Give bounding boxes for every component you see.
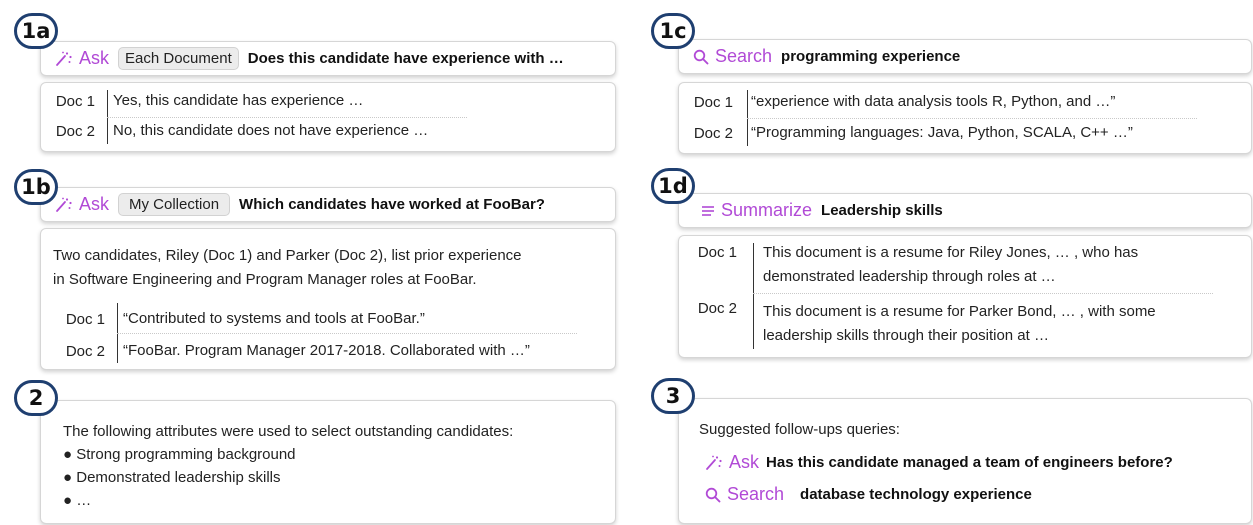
follow-up-search[interactable]: Search database technology experience [705,484,1032,505]
step-badge-1d: 1d [651,168,695,204]
ask-operation[interactable]: Ask [55,48,109,69]
doc-label: Doc 2 [65,342,105,360]
attributes-intro: The following attributes were used to se… [63,423,514,440]
result-row: Doc 2 This document is a resume for Park… [679,298,1251,346]
magic-wand-icon [55,197,73,213]
follow-ups-title: Suggested follow-ups queries: [699,421,900,438]
search-operation[interactable]: Search [705,484,784,505]
results-panel-1a: Doc 1 Yes, this candidate has experience… [40,82,616,152]
magic-wand-icon [705,455,723,471]
question-text: Which candidates have worked at FooBar? [239,196,545,213]
summarize-label: Summarize [721,200,813,220]
result-row: Doc 1 “Contributed to systems and tools … [51,307,615,331]
search-label: Search [715,46,773,66]
result-row: Doc 2 “Programming languages: Java, Pyth… [679,121,1251,145]
answer-text: Yes, this candidate has experience … [113,92,364,109]
search-snippet: “experience with data analysis tools R, … [751,93,1116,110]
question-text: Does this candidate have experience with… [247,50,564,67]
follow-up-search-query: database technology experience [800,486,1032,503]
doc-label: Doc 2 [55,122,95,140]
doc-label: Doc 1 [693,93,733,111]
doc-label: Doc 2 [697,300,737,317]
ask-label: Ask [79,194,110,214]
attributes-panel: The following attributes were used to se… [40,400,616,524]
doc-label: Doc 1 [697,244,737,261]
row-separator [753,293,1213,294]
bullet-item: ● Strong programming background [63,446,296,463]
summarize-query-bar-1d[interactable]: Summarize Leadership skills [678,193,1252,228]
row-separator [117,333,577,334]
step-badge-1c: 1c [651,13,695,49]
search-icon [705,487,721,503]
search-label: Search [727,484,785,504]
result-row: Doc 1 Yes, this candidate has experience… [41,89,615,113]
row-separator [107,117,467,118]
doc-label: Doc 2 [693,124,733,142]
results-panel-1b: Two candidates, Riley (Doc 1) and Parker… [40,228,616,370]
results-panel-1d: Doc 1 This document is a resume for Rile… [678,235,1252,358]
search-query-bar-1c[interactable]: Search programming experience [678,39,1252,74]
follow-ups-panel: Suggested follow-ups queries: Ask Has th… [678,398,1252,524]
bullet-item: ● … [63,492,92,509]
source-quote: “Contributed to systems and tools at Foo… [123,310,425,327]
search-icon [693,49,709,65]
summary-line: This document is a resume for Riley Jone… [763,244,1139,261]
doc-label: Doc 1 [65,310,105,328]
magic-wand-icon [55,51,73,67]
result-row: Doc 2 No, this candidate does not have e… [41,119,615,143]
step-badge-2: 2 [14,380,58,416]
summary-line: in Software Engineering and Program Mana… [53,271,477,288]
ask-query-bar-1a[interactable]: Ask Each Document Does this candidate ha… [40,41,616,76]
summary-line: This document is a resume for Parker Bon… [763,303,1156,320]
step-badge-1b: 1b [14,169,58,205]
summary-line: Two candidates, Riley (Doc 1) and Parker… [53,247,522,264]
ask-operation[interactable]: Ask [55,194,109,215]
results-panel-1c: Doc 1 “experience with data analysis too… [678,82,1252,154]
follow-up-ask[interactable]: Ask Has this candidate managed a team of… [705,452,1173,473]
row-separator [747,118,1197,119]
scope-selector[interactable]: My Collection [118,193,231,216]
summary-lines-icon [701,205,715,217]
search-query-text: programming experience [781,48,961,65]
scope-selector[interactable]: Each Document [118,47,239,70]
result-row: Doc 1 This document is a resume for Rile… [679,242,1251,290]
step-badge-3: 3 [651,378,695,414]
ask-label: Ask [729,452,760,472]
step-badge-1a: 1a [14,13,58,49]
summarize-topic-text: Leadership skills [821,202,943,219]
result-row: Doc 1 “experience with data analysis too… [679,90,1251,114]
source-quote: “FooBar. Program Manager 2017-2018. Coll… [123,342,530,359]
answer-text: No, this candidate does not have experie… [113,122,429,139]
follow-up-question: Has this candidate managed a team of eng… [766,454,1173,471]
search-snippet: “Programming languages: Java, Python, SC… [751,124,1133,141]
ask-query-bar-1b[interactable]: Ask My Collection Which candidates have … [40,187,616,222]
bullet-item: ● Demonstrated leadership skills [63,469,281,486]
summary-line: leadership skills through their position… [763,327,1049,344]
result-row: Doc 2 “FooBar. Program Manager 2017-2018… [51,339,615,363]
doc-label: Doc 1 [55,92,95,110]
ask-operation[interactable]: Ask [705,452,759,473]
ask-label: Ask [79,48,110,68]
summarize-operation[interactable]: Summarize [701,200,812,221]
summary-line: demonstrated leadership through roles at… [763,268,1056,285]
search-operation[interactable]: Search [693,46,772,67]
